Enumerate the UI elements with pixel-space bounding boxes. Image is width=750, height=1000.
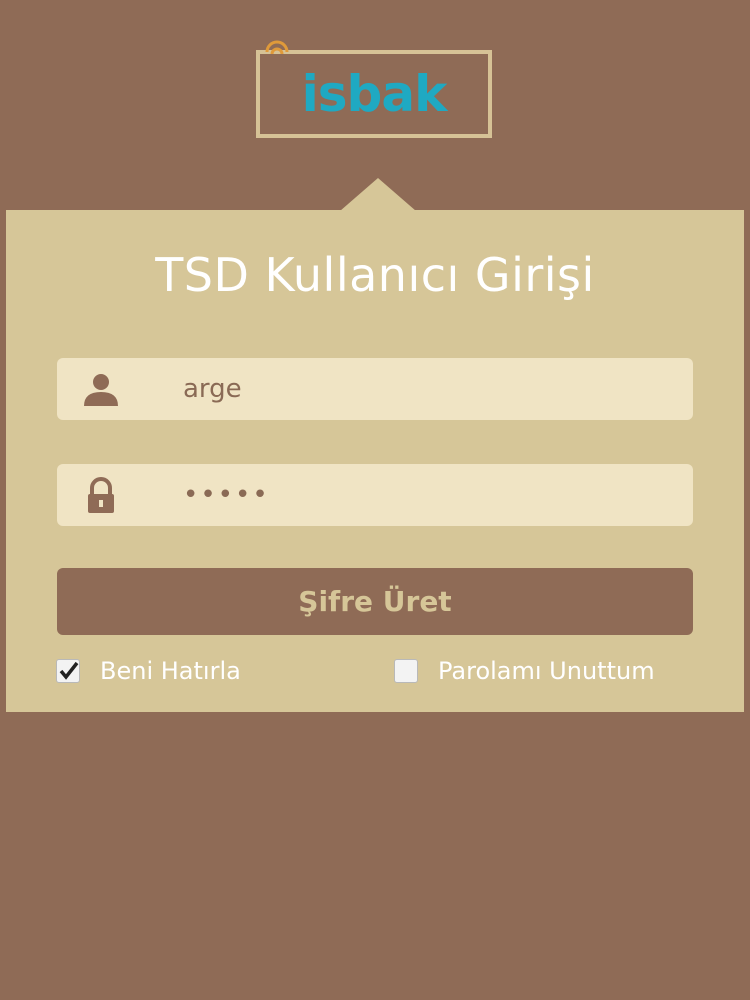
forgot-password-checkbox[interactable] [394,659,418,683]
logo: isbak [256,40,492,138]
logo-text: isbak [301,65,448,123]
remember-me-checkbox[interactable] [56,659,80,683]
forgot-password-row[interactable]: Parolamı Unuttum [394,656,655,686]
remember-me-label: Beni Hatırla [100,657,241,685]
lock-icon [88,477,114,513]
checkmark-icon [59,661,79,680]
password-field[interactable]: ••••• [57,464,693,526]
page-title: TSD Kullanıcı Girişi [155,248,595,302]
username-field[interactable]: arge [57,358,693,420]
panel-notch [340,178,416,211]
wifi-icon [265,40,289,55]
password-value: ••••• [183,480,270,510]
username-value: arge [183,374,242,404]
remember-me-row[interactable]: Beni Hatırla [56,656,241,686]
user-icon [84,374,118,406]
generate-password-button[interactable]: Şifre Üret [57,568,693,635]
forgot-password-label: Parolamı Unuttum [438,657,655,685]
